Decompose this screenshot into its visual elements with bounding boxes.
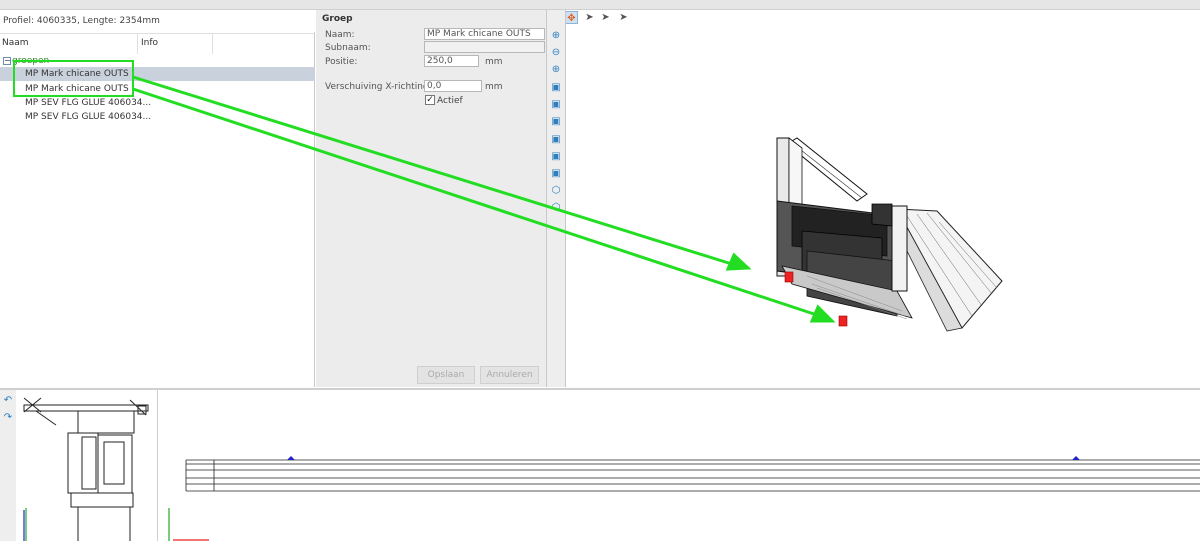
tree-column-headers: Naam Info — [0, 33, 315, 54]
profile-header: Profiel: 4060335, Lengte: 2354mm — [0, 10, 315, 32]
positie-field[interactable]: 250,0 — [424, 55, 479, 67]
cube-front-icon[interactable]: ▣ — [550, 82, 562, 94]
cube-left-icon[interactable]: ▣ — [550, 116, 562, 128]
verschuiving-label: Verschuiving X-richting: — [325, 82, 432, 92]
tree-node-label: groepen — [12, 56, 50, 66]
column-separator[interactable] — [212, 34, 213, 54]
profile-section-view[interactable] — [16, 390, 158, 541]
tree-item[interactable]: MP SEV FLG GLUE 406034... — [0, 96, 315, 110]
cube-back-icon[interactable]: ▣ — [550, 99, 562, 111]
profile-cross-section — [23, 397, 149, 541]
actief-label: Actief — [437, 96, 463, 106]
rotate-left-icon[interactable]: ↶ — [2, 395, 14, 407]
subnaam-label: Subnaam: — [325, 43, 371, 53]
bottom-view-area: ↶ ↷ — [0, 388, 1200, 541]
panel-title: Groep — [322, 14, 353, 24]
zoom-fit-icon[interactable]: ⊕ — [550, 64, 562, 76]
column-header-naam[interactable]: Naam — [2, 38, 29, 48]
zoom-out-icon[interactable]: ⊖ — [550, 47, 562, 59]
pan-icon[interactable]: ✥ — [565, 11, 578, 24]
naam-label: Naam: — [325, 30, 355, 40]
tree-item-label: MP Mark chicane OUTS — [25, 84, 129, 94]
profile-3d-render — [776, 137, 1003, 332]
zoom-in-icon[interactable]: ⊕ — [550, 30, 562, 42]
group-tree-panel: Profiel: 4060335, Lengte: 2354mm Naam In… — [0, 10, 315, 387]
actief-checkbox[interactable]: ✓ — [425, 95, 435, 105]
select-pointer-icon[interactable]: ➤ — [583, 11, 596, 24]
tree-item[interactable]: MP SEV FLG GLUE 406034... — [0, 110, 315, 124]
naam-field[interactable]: MP Mark chicane OUTS — [424, 28, 545, 40]
positie-label: Positie: — [325, 57, 358, 67]
column-separator[interactable] — [137, 34, 138, 54]
positie-unit: mm — [485, 57, 503, 67]
opslaan-button[interactable]: Opslaan — [417, 366, 475, 384]
add-pointer-icon[interactable]: ➤ — [599, 11, 612, 24]
rotate-right-icon[interactable]: ↷ — [2, 412, 14, 424]
collapse-icon[interactable]: − — [3, 57, 11, 65]
tree-item-label: MP SEV FLG GLUE 406034... — [25, 98, 152, 108]
cube-iso-icon[interactable]: ⬡ — [550, 185, 562, 197]
cube-right-icon[interactable]: ▣ — [550, 134, 562, 146]
profile-length-drawing — [168, 456, 1200, 541]
cube-top-icon[interactable]: ▣ — [550, 151, 562, 163]
tree-node-groepen[interactable]: − groepen — [0, 54, 315, 68]
chicane-marker-front — [784, 271, 794, 283]
tree-item-selected[interactable]: MP Mark chicane OUTS — [0, 67, 315, 81]
marker-icon — [1072, 456, 1080, 460]
column-header-info[interactable]: Info — [141, 38, 158, 48]
cube-iso2-icon[interactable]: ⬡ — [550, 202, 562, 214]
chicane-marker-back — [838, 315, 848, 327]
view-toolbar-side: ⊕ ⊖ ⊕ ▣ ▣ ▣ ▣ ▣ ▣ ⬡ ⬡ — [547, 10, 566, 387]
subnaam-field[interactable] — [424, 41, 545, 53]
top-strip — [0, 0, 1200, 10]
bottom-toolbar: ↶ ↷ — [0, 390, 16, 541]
tree-item[interactable]: MP Mark chicane OUTS — [0, 82, 315, 96]
3d-view-canvas[interactable] — [567, 26, 1200, 387]
remove-pointer-icon[interactable]: ➤ — [617, 11, 630, 24]
verschuiving-unit: mm — [485, 82, 503, 92]
annuleren-button[interactable]: Annuleren — [480, 366, 539, 384]
cube-bottom-icon[interactable]: ▣ — [550, 168, 562, 180]
tree-item-label: MP SEV FLG GLUE 406034... — [25, 112, 152, 122]
profile-side-view[interactable] — [159, 390, 1200, 541]
verschuiving-field[interactable]: 0,0 — [424, 80, 482, 92]
marker-icon — [287, 456, 295, 460]
tree-item-label: MP Mark chicane OUTS — [25, 69, 129, 79]
group-properties-panel: Groep Naam: MP Mark chicane OUTS Subnaam… — [316, 10, 547, 387]
